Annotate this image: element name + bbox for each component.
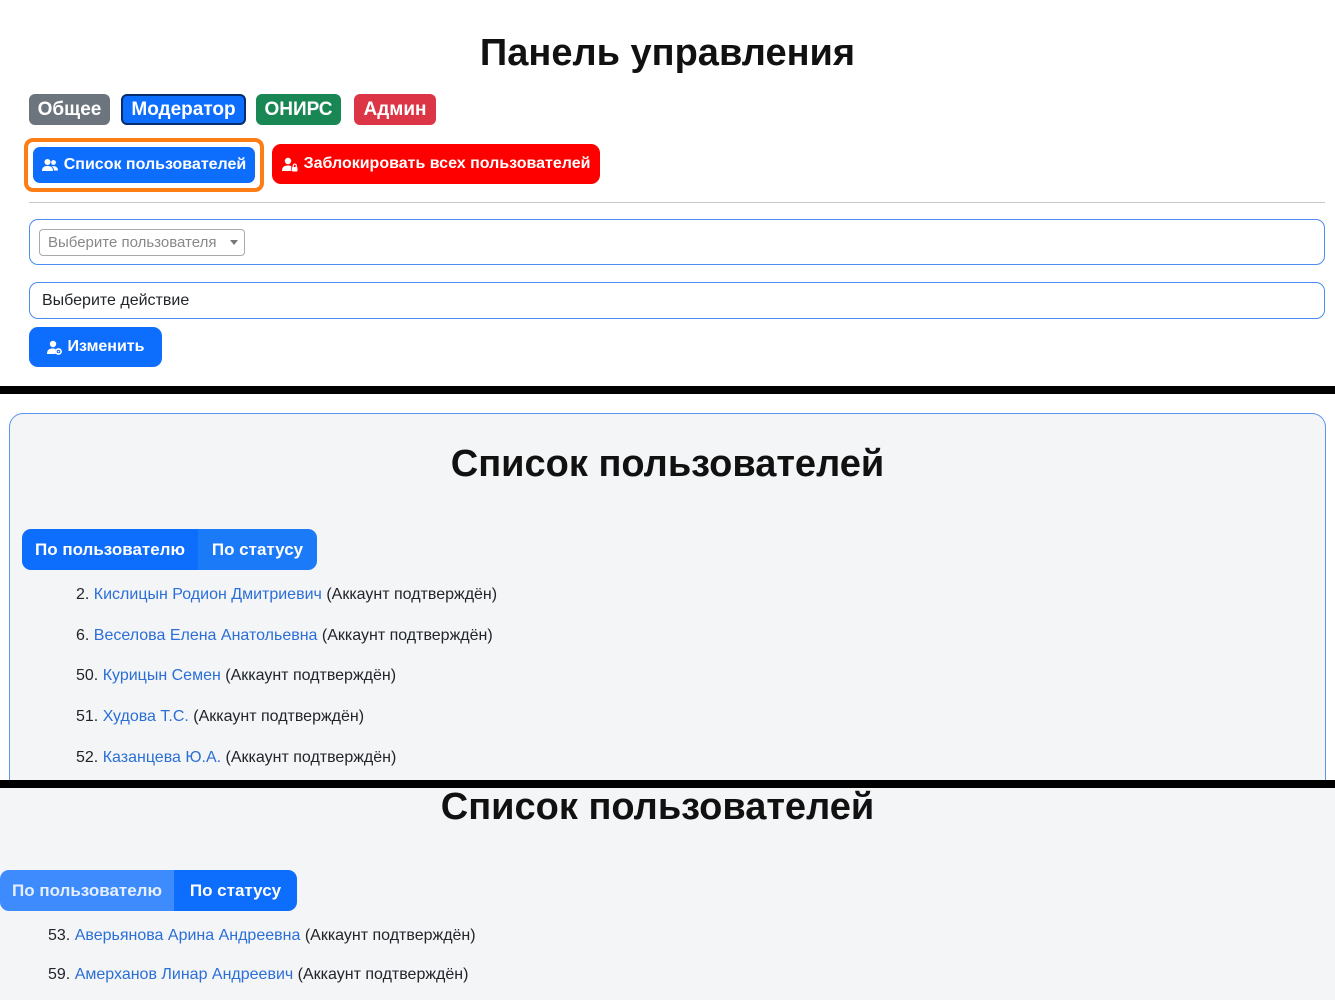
tab-by-status[interactable]: По статусу — [174, 870, 297, 911]
user-select-placeholder: Выберите пользователя — [48, 234, 217, 251]
user-link[interactable]: Худова Т.С. — [103, 708, 189, 725]
list-item: 52. Казанцева Ю.А. (Аккаунт подтверждён) — [76, 749, 396, 767]
user-lock-icon — [281, 157, 298, 172]
item-status: (Аккаунт подтверждён) — [225, 667, 397, 684]
block-all-users-button[interactable]: Заблокировать всех пользователей — [272, 144, 600, 184]
user-select-dropdown[interactable]: Выберите пользователя — [39, 229, 245, 256]
user-link[interactable]: Казанцева Ю.А. — [103, 749, 221, 766]
action-select-value: Выберите действие — [42, 291, 190, 309]
badge-onirs[interactable]: ОНИРС — [256, 94, 341, 125]
item-status: (Аккаунт подтверждён) — [225, 749, 397, 766]
badge-moderator[interactable]: Модератор — [121, 94, 246, 125]
screenshot-separator — [0, 386, 1335, 394]
users-list-title-2: Список пользователей — [440, 786, 875, 828]
list-item: 50. Курицын Семен (Аккаунт подтверждён) — [76, 667, 396, 685]
block-all-users-button-label: Заблокировать всех пользователей — [303, 155, 591, 172]
item-number: 52. — [76, 749, 99, 766]
user-link[interactable]: Амерханов Линар Андреевич — [75, 966, 294, 983]
user-gear-icon — [46, 340, 62, 355]
list-item: 6. Веселова Елена Анатольевна (Аккаунт п… — [76, 627, 493, 645]
users-list-button[interactable]: Список пользователей — [33, 147, 255, 183]
list-item: 59. Амерханов Линар Андреевич (Аккаунт п… — [48, 966, 468, 984]
badge-admin[interactable]: Админ — [354, 94, 436, 125]
item-status: (Аккаунт подтверждён) — [326, 586, 498, 603]
list-item: 51. Худова Т.С. (Аккаунт подтверждён) — [76, 708, 364, 726]
user-link[interactable]: Курицын Семен — [103, 667, 221, 684]
list-item: 53. Аверьянова Арина Андреевна (Аккаунт … — [48, 927, 476, 945]
users-list-title: Список пользователей — [450, 443, 885, 485]
users-icon — [41, 158, 58, 172]
tab-by-user[interactable]: По пользователю — [0, 870, 174, 911]
divider — [29, 202, 1325, 203]
list-item: 2. Кислицын Родион Дмитриевич (Аккаунт п… — [76, 586, 497, 604]
item-status: (Аккаунт подтверждён) — [321, 627, 493, 644]
item-number: 6. — [76, 627, 90, 644]
action-select[interactable]: Выберите действие — [29, 282, 1325, 319]
item-number: 50. — [76, 667, 99, 684]
item-status: (Аккаунт подтверждён) — [304, 927, 476, 944]
item-number: 2. — [76, 586, 90, 603]
item-status: (Аккаунт подтверждён) — [297, 966, 469, 983]
users-list-button-label: Список пользователей — [63, 156, 247, 173]
tab-by-user[interactable]: По пользователю — [22, 529, 198, 570]
badge-general[interactable]: Общее — [29, 94, 110, 125]
change-button-label: Изменить — [67, 338, 145, 355]
item-number: 51. — [76, 708, 99, 725]
user-link[interactable]: Кислицын Родион Дмитриевич — [94, 586, 322, 603]
filter-tabs: По пользователю По статусу — [22, 529, 317, 570]
change-button[interactable]: Изменить — [29, 327, 162, 367]
tab-by-status[interactable]: По статусу — [198, 529, 317, 570]
user-select-container: Выберите пользователя — [29, 219, 1325, 265]
item-number: 59. — [48, 966, 71, 983]
caret-down-icon — [230, 240, 238, 245]
item-number: 53. — [48, 927, 71, 944]
item-status: (Аккаунт подтверждён) — [193, 708, 365, 725]
user-link[interactable]: Веселова Елена Анатольевна — [94, 627, 318, 644]
user-link[interactable]: Аверьянова Арина Андреевна — [75, 927, 301, 944]
page-title: Панель управления — [479, 32, 856, 74]
filter-tabs-2: По пользователю По статусу — [0, 870, 297, 911]
